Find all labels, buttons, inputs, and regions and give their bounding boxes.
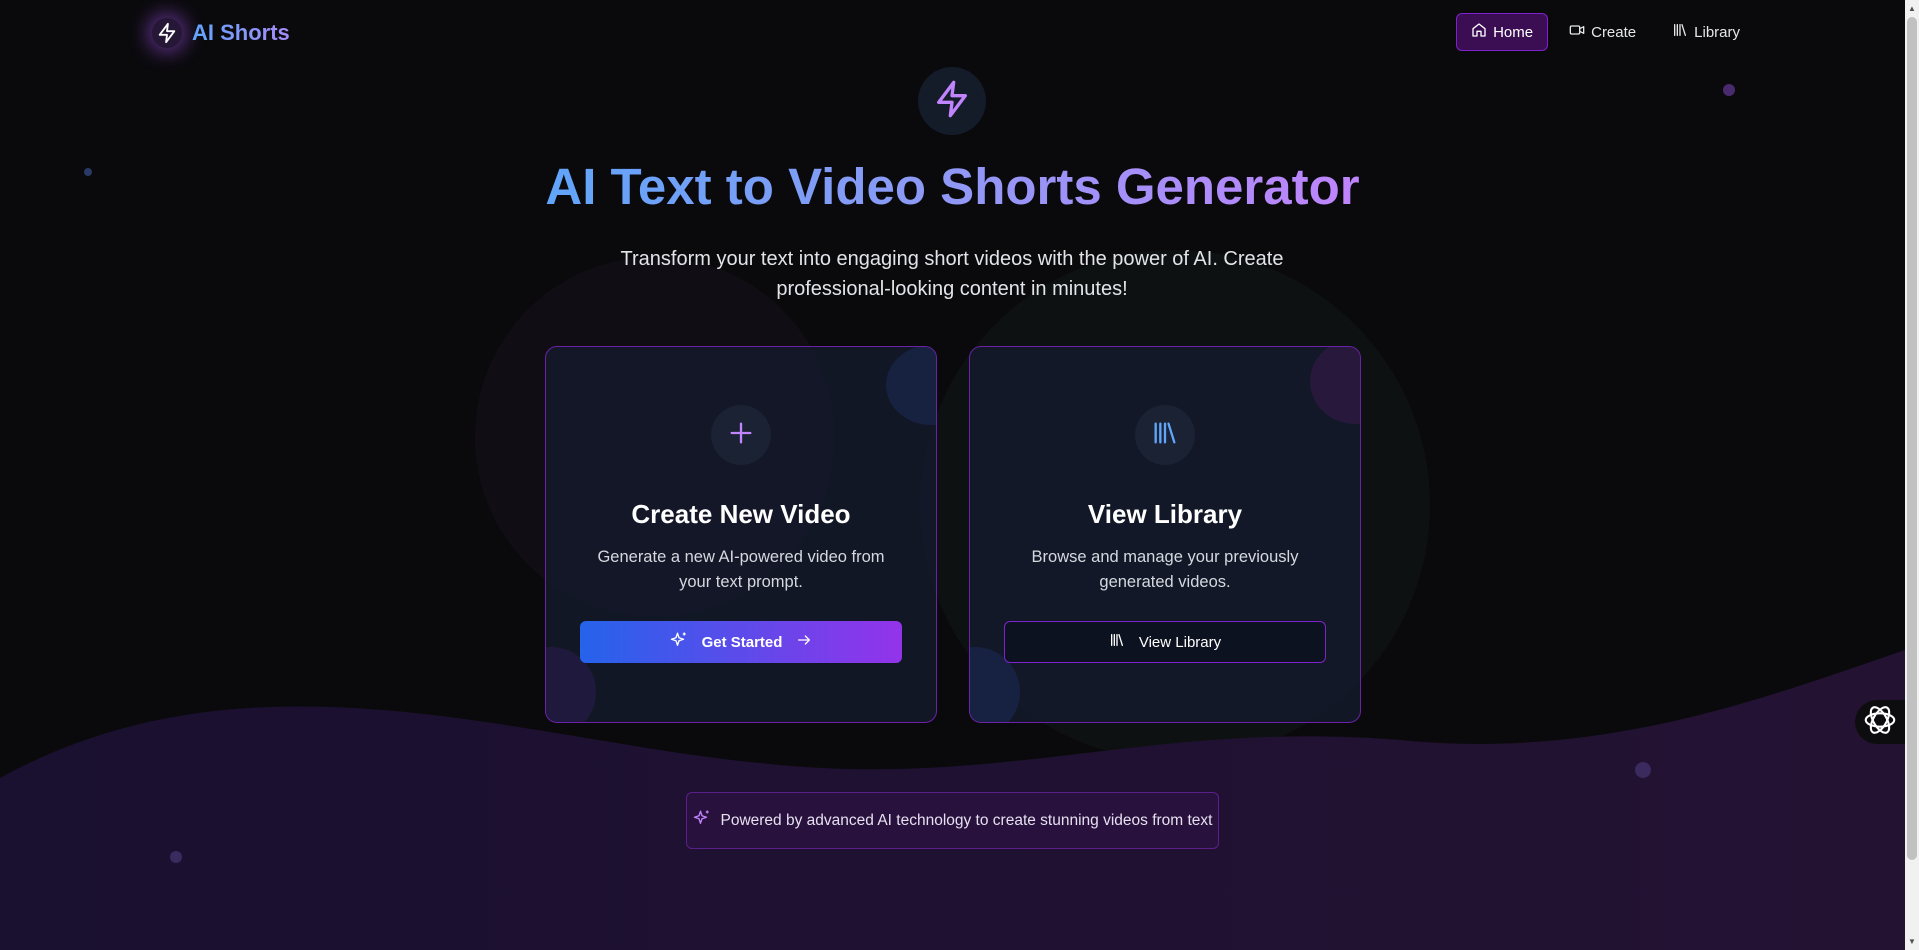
video-camera-icon [1569,22,1585,42]
card-description: Generate a new AI-powered video from you… [597,548,885,591]
page: AI Shorts Home Create Library AI Text to… [0,0,1919,950]
plus-icon [727,419,755,452]
page-subtitle: Transform your text into engaging short … [620,248,1284,300]
lightning-bolt-icon [932,79,972,124]
page-title: AI Text to Video Shorts Generator [0,157,1905,216]
arrow-right-icon [796,632,812,652]
nav-item-create[interactable]: Create [1554,13,1651,51]
nav-item-label: Library [1694,23,1740,41]
scroll-up-arrow-icon[interactable]: ▲ [1905,0,1919,17]
powered-by-text: Powered by advanced AI technology to cre… [720,811,1213,829]
card-decoration [1310,347,1360,424]
nav-item-home[interactable]: Home [1456,13,1549,51]
sparkles-icon [693,809,711,832]
nav-item-label: Home [1493,23,1534,41]
sparkles-icon [670,631,688,653]
card-title: View Library [1087,499,1243,529]
brand-name: AI Shorts [192,20,290,45]
brand-logo[interactable]: AI Shorts [152,18,290,48]
nav-links: Home Create Library [1456,13,1755,51]
lightning-bolt-icon [152,18,182,48]
library-icon [1151,419,1179,452]
top-navbar: AI Shorts Home Create Library [0,0,1905,64]
page-scrollbar[interactable]: ▲ ▼ [1905,0,1919,950]
card-title: Create New Video [631,499,851,529]
openai-logo-icon [1861,701,1899,744]
card-description: Browse and manage your previously genera… [1031,548,1299,591]
home-icon [1471,22,1487,42]
card-decoration [886,347,936,425]
powered-by-badge: Powered by advanced AI technology to cre… [686,792,1219,849]
library-icon [1109,632,1125,652]
page-title-text: AI Text to Video Shorts Generator [545,158,1360,215]
assistant-launcher-button[interactable] [1855,700,1905,744]
view-library-card: View Library Browse and manage your prev… [969,346,1361,723]
nav-item-library[interactable]: Library [1657,13,1755,51]
button-label: View Library [1138,633,1222,651]
library-icon [1672,22,1688,42]
view-library-button[interactable]: View Library [1004,621,1326,663]
button-label: Get Started [701,633,783,651]
card-icon-badge [711,405,771,465]
hero-lightning-badge [918,67,986,135]
scrollbar-thumb[interactable] [1907,17,1917,860]
get-started-button[interactable]: Get Started [580,621,902,663]
card-icon-badge [1135,405,1195,465]
scroll-down-arrow-icon[interactable]: ▼ [1905,933,1919,950]
nav-item-label: Create [1591,23,1637,41]
create-video-card: Create New Video Generate a new AI-power… [545,346,937,723]
